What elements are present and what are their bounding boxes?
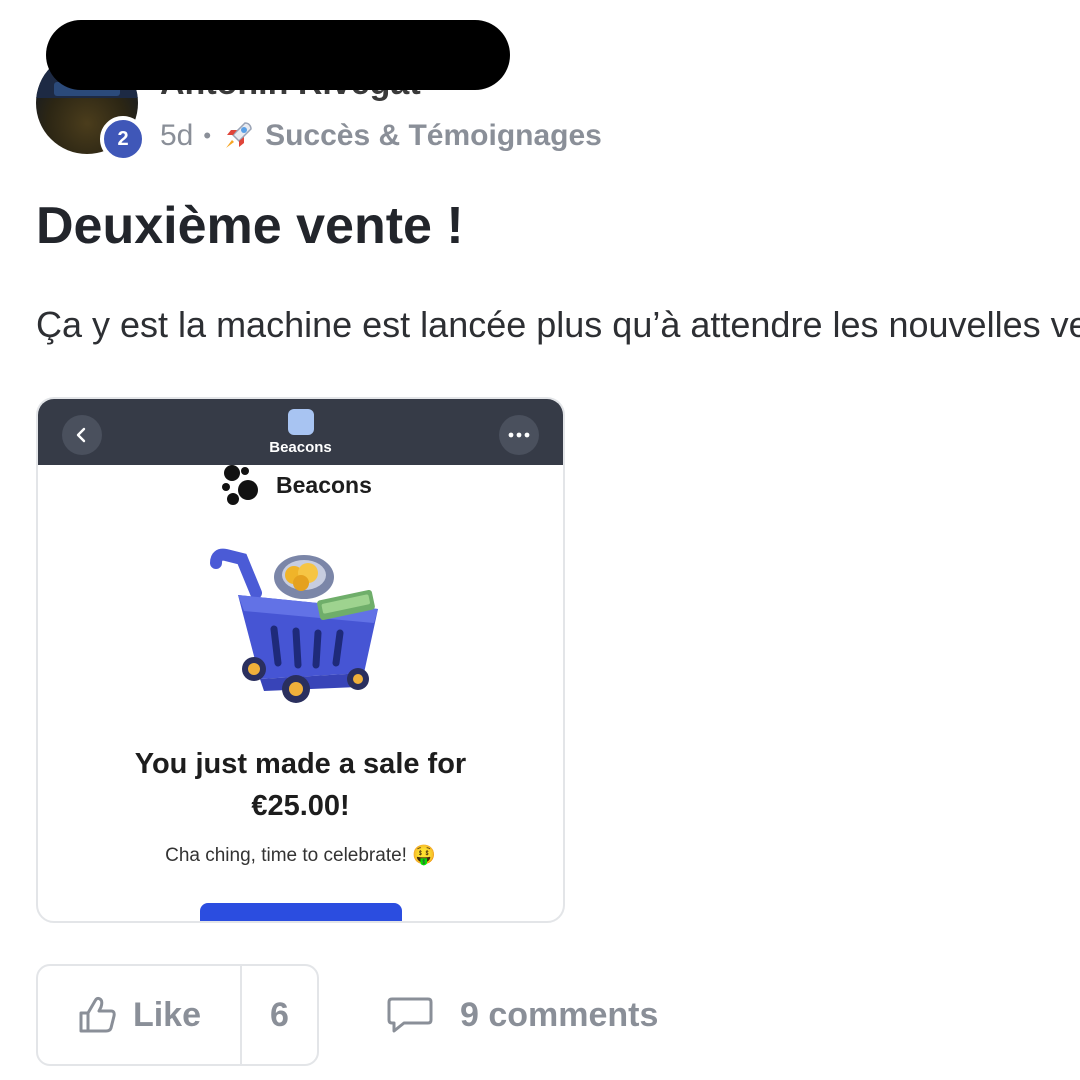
thumbs-up-icon: [79, 996, 116, 1033]
brand-name: Beacons: [276, 471, 372, 498]
category-link[interactable]: Succès & Témoignages: [265, 119, 602, 153]
comment-icon: [387, 997, 433, 1033]
comments-count: 9 comments: [460, 995, 659, 1034]
post-meta: 5d • Succès & Témoignages: [160, 116, 602, 156]
sale-amount: €25.00!: [251, 790, 350, 822]
beacons-brand: Beacons: [220, 463, 372, 507]
post-title: Deuxième vente !: [36, 197, 464, 255]
embed-header-title: Beacons: [269, 439, 332, 456]
comments-link[interactable]: 9 comments: [386, 990, 658, 1040]
sale-subtext: Cha ching, time to celebrate! 🤑: [165, 845, 436, 866]
level-badge: 2: [100, 116, 146, 162]
like-control: Like 6: [36, 964, 319, 1066]
embed-header: Beacons: [38, 399, 563, 465]
redaction-bar: [46, 20, 510, 90]
shopping-cart-icon: [210, 548, 378, 703]
beacons-app-icon: [288, 409, 314, 435]
cta-button: [200, 903, 402, 921]
post-age: 5d: [160, 119, 194, 152]
more-horizontal-icon: [499, 415, 539, 455]
meta-separator: •: [203, 123, 212, 148]
rocket-icon: [226, 122, 252, 148]
post-body: Ça y est la machine est lancée plus qu’à…: [36, 304, 1080, 345]
like-label: Like: [132, 995, 202, 1034]
post-image[interactable]: Beacons Beacons You just made a sale for…: [36, 397, 565, 923]
like-button[interactable]: Like: [38, 966, 242, 1064]
sale-headline-line1: You just made a sale for: [134, 748, 467, 780]
beacons-logo-icon: [222, 465, 258, 505]
like-count[interactable]: 6: [242, 966, 317, 1064]
sale-headline: You just made a sale for €25.00!: [38, 743, 563, 827]
